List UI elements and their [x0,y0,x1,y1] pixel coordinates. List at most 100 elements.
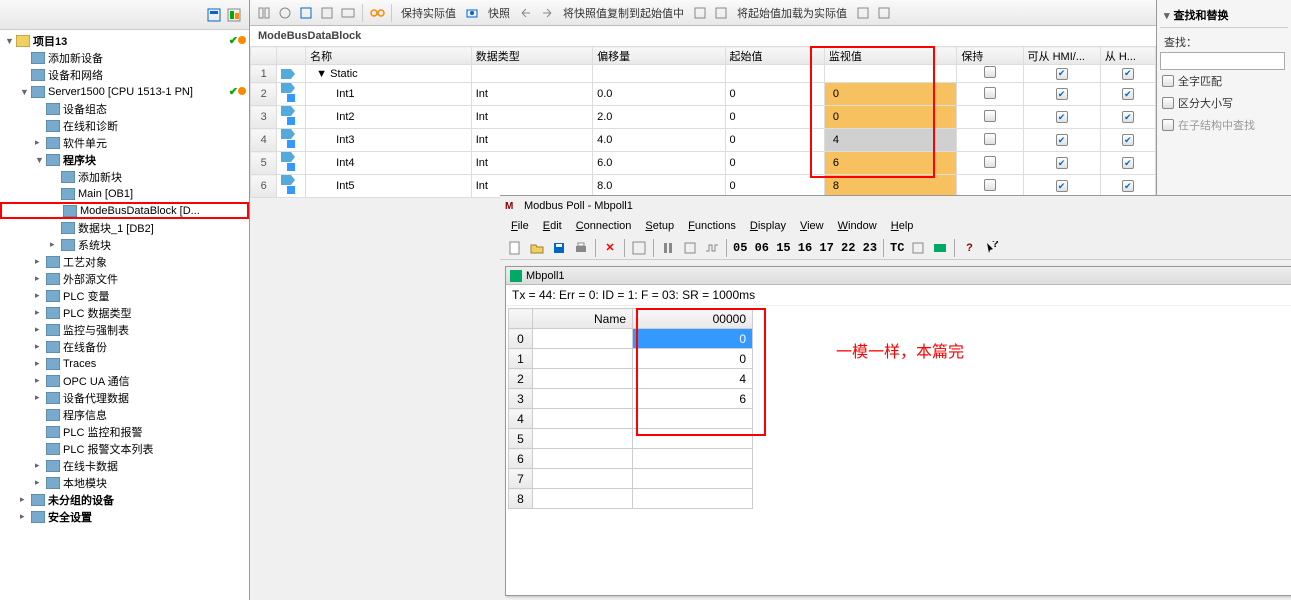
retain-checkbox[interactable] [984,87,996,99]
var-dtype[interactable]: Int [471,129,592,152]
tree-item[interactable]: ▸本地模块 [0,474,249,491]
fromh-checkbox[interactable] [1122,88,1134,100]
expand-arrow-icon[interactable]: ▸ [35,358,45,369]
toolbar-icon[interactable] [339,4,357,22]
grid-row[interactable]: 5 [509,429,753,449]
tree-item[interactable]: ▸设备代理数据 [0,389,249,406]
table-row[interactable]: 4 Int3Int4.004 [251,129,1156,152]
menu-display[interactable]: Display [744,219,792,233]
grid-cell-name[interactable] [533,409,633,429]
fromh-checkbox[interactable] [1122,111,1134,123]
tree-item[interactable]: 设备组态 [0,100,249,117]
checkbox-icon[interactable] [1162,97,1174,109]
match-case-check[interactable]: 区分大小写 [1160,92,1288,114]
hmi-checkbox[interactable] [1056,68,1068,80]
toolbar-icon[interactable] [854,4,872,22]
var-start[interactable]: 0 [725,106,824,129]
expand-arrow-icon[interactable]: ▸ [35,341,45,352]
find-replace-header[interactable]: 查找和替换 [1160,3,1288,28]
pointer-help-icon[interactable]: ? [981,238,1001,258]
toolbar-icon[interactable] [517,4,535,22]
function-codes[interactable]: 05 06 15 16 17 22 23 [731,241,879,255]
tree-tool-icon[interactable] [205,6,223,24]
grid-row[interactable]: 00 [509,329,753,349]
tree-root[interactable]: ▼ 项目13 ✔ [0,32,249,49]
var-start[interactable]: 0 [725,129,824,152]
toolbar-icon[interactable] [691,4,709,22]
tree-item[interactable]: ▸软件单元 [0,134,249,151]
menu-setup[interactable]: Setup [639,219,680,233]
expand-arrow-icon[interactable]: ▸ [35,290,45,301]
retain-checkbox[interactable] [984,156,996,168]
tree-item[interactable]: ▸未分组的设备 [0,491,249,508]
toolbar-icon[interactable] [297,4,315,22]
datablock-table[interactable]: 名称 数据类型 偏移量 起始值 监视值 保持 可从 HMI/... 从 H...… [250,46,1156,198]
expand-arrow-icon[interactable]: ▸ [35,392,45,403]
tree-item[interactable]: 程序信息 [0,406,249,423]
grid-cell-name[interactable] [533,369,633,389]
expand-arrow-icon[interactable]: ▸ [35,460,45,471]
toolbar-icon[interactable] [875,4,893,22]
grid-cell-value[interactable] [633,469,753,489]
tree-tool-icon[interactable] [225,6,243,24]
menu-help[interactable]: Help [885,219,920,233]
tree-item[interactable]: ▸工艺对象 [0,253,249,270]
tree-item[interactable]: 在线和诊断 [0,117,249,134]
whole-word-check[interactable]: 全字匹配 [1160,70,1288,92]
menu-window[interactable]: Window [832,219,883,233]
hmi-checkbox[interactable] [1056,88,1068,100]
menu-view[interactable]: View [794,219,830,233]
toolbar-icon[interactable] [276,4,294,22]
grid-row[interactable]: 4 [509,409,753,429]
col-name[interactable]: 名称 [306,47,472,65]
expand-arrow-icon[interactable]: ▸ [35,477,45,488]
copy-to-start-label[interactable]: 将快照值复制到起始值中 [559,5,688,21]
col-fromh[interactable]: 从 H... [1100,47,1155,65]
fromh-checkbox[interactable] [1122,157,1134,169]
glasses-icon[interactable] [368,4,386,22]
table-row-static[interactable]: 1 ▼ Static [251,65,1156,83]
tree-item[interactable]: ModeBusDataBlock [D... [0,202,249,219]
fromh-checkbox[interactable] [1122,134,1134,146]
grid-cell-value[interactable]: 0 [633,329,753,349]
expand-arrow-icon[interactable]: ▸ [35,307,45,318]
grid-cell-value[interactable]: 6 [633,389,753,409]
menu-file[interactable]: File [505,219,535,233]
retain-checkbox[interactable] [984,110,996,122]
grid-cell-name[interactable] [533,449,633,469]
toolbar-icon[interactable] [680,238,700,258]
modbus-data-grid[interactable]: Name 00000 0010243645678 [508,308,753,509]
col-start[interactable]: 起始值 [725,47,824,65]
grid-cell-name[interactable] [533,349,633,369]
tree-item[interactable]: ▸系统块 [0,236,249,253]
menu-edit[interactable]: Edit [537,219,568,233]
var-dtype[interactable]: Int [471,152,592,175]
var-name[interactable]: Int2 [306,106,472,129]
hmi-checkbox[interactable] [1056,180,1068,192]
keep-actual-label[interactable]: 保持实际值 [397,5,460,21]
load-actual-label[interactable]: 将起始值加载为实际值 [733,5,851,21]
expand-arrow-icon[interactable]: ▼ [5,36,15,46]
grid-cell-value[interactable] [633,429,753,449]
grid-cell-name[interactable] [533,329,633,349]
menu-functions[interactable]: Functions [682,219,742,233]
expand-arrow-icon[interactable]: ▸ [20,511,30,522]
grid-col-name[interactable]: Name [533,309,633,329]
hmi-checkbox[interactable] [1056,134,1068,146]
tree-item[interactable]: ▼Server1500 [CPU 1513-1 PN]✔ [0,83,249,100]
help-icon[interactable]: ? [959,238,979,258]
table-row[interactable]: 2 Int1Int0.000 [251,83,1156,106]
tree-item[interactable]: ▸PLC 变量 [0,287,249,304]
toolbar-icon[interactable] [538,4,556,22]
tree-item[interactable]: ▸Traces [0,355,249,372]
var-start[interactable]: 0 [725,83,824,106]
retain-checkbox[interactable] [984,133,996,145]
col-dtype[interactable]: 数据类型 [471,47,592,65]
var-dtype[interactable]: Int [471,83,592,106]
var-name[interactable]: Int3 [306,129,472,152]
tc-label[interactable]: TC [888,241,906,255]
menu-connection[interactable]: Connection [570,219,638,233]
fromh-checkbox[interactable] [1122,180,1134,192]
grid-cell-value[interactable] [633,489,753,509]
var-name[interactable]: Int5 [306,175,472,198]
